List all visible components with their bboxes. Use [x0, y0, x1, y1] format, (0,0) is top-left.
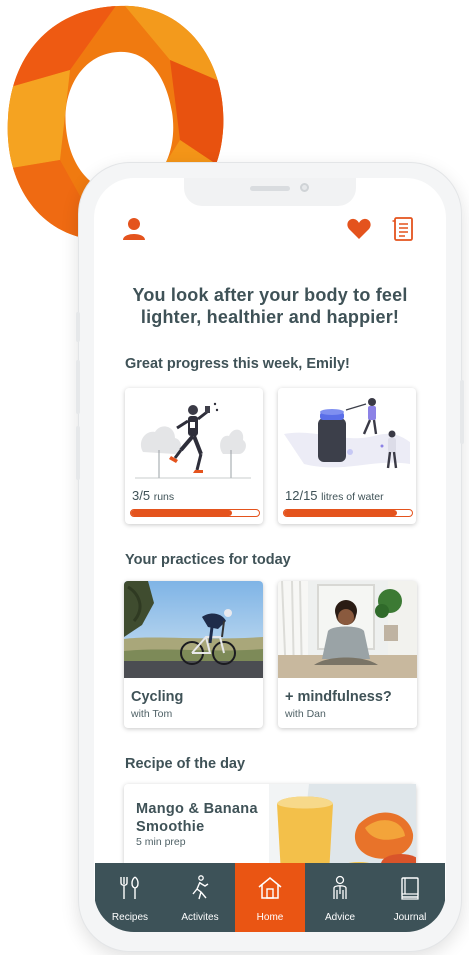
- recipe-prep-time: 5 min prep: [136, 836, 186, 848]
- runs-unit: runs: [153, 491, 175, 503]
- water-count: 12/15: [285, 488, 318, 503]
- nav-item-journal[interactable]: Journal: [375, 863, 445, 932]
- water-progress-fill: [284, 510, 397, 516]
- runs-progress-card[interactable]: 3/5 runs: [125, 388, 263, 524]
- speaker-grille: [250, 186, 290, 191]
- water-stat: 12/15 litres of water: [285, 488, 384, 503]
- mindfulness-photo: [278, 581, 417, 678]
- nav-item-recipes[interactable]: Recipes: [95, 863, 165, 932]
- practice-card-mindfulness[interactable]: + mindfulness? with Dan: [278, 581, 417, 728]
- front-camera: [300, 183, 309, 192]
- nav-item-activities[interactable]: Activites: [165, 863, 235, 932]
- heart-icon[interactable]: [346, 216, 372, 242]
- home-icon: [258, 877, 282, 899]
- practice-title-mindfulness: + mindfulness?: [285, 689, 392, 705]
- user-icon[interactable]: [121, 216, 147, 242]
- nav-label-advice: Advice: [324, 912, 355, 923]
- runs-progress-fill: [131, 510, 233, 516]
- nav-label-activities: Activites: [181, 912, 219, 923]
- phone-side-button: [76, 360, 80, 414]
- document-list-icon[interactable]: [391, 216, 417, 242]
- practices-section-title: Your practices for today: [125, 552, 291, 568]
- nav-item-advice[interactable]: Advice: [305, 863, 375, 932]
- water-cooler-illustration: [284, 398, 410, 469]
- advisor-icon: [333, 875, 347, 899]
- runs-progress-bar: [130, 509, 260, 517]
- practice-instructor-mindfulness: with Dan: [285, 708, 326, 720]
- runs-count: 3/5: [132, 488, 151, 503]
- phone-side-button: [76, 426, 80, 480]
- app-screen: You look after your body to feel lighter…: [94, 178, 446, 932]
- runs-stat: 3/5 runs: [132, 488, 174, 503]
- headline-line-2: lighter, healthier and happier!: [140, 307, 400, 327]
- phone-side-button: [460, 380, 464, 444]
- journal-icon: [401, 877, 419, 900]
- nav-item-home[interactable]: Home: [235, 863, 305, 932]
- headline-line-1: You look after your body to feel: [132, 285, 408, 305]
- running-icon: [192, 875, 209, 900]
- runner-illustration: [135, 402, 251, 479]
- progress-section-title: Great progress this week, Emily!: [125, 356, 350, 372]
- water-progress-card[interactable]: 12/15 litres of water: [278, 388, 416, 524]
- recipe-name: Mango & Banana Smoothie: [136, 801, 258, 835]
- phone-side-button: [76, 312, 80, 342]
- recipe-section-title: Recipe of the day: [125, 756, 246, 772]
- nav-label-journal: Journal: [393, 912, 427, 923]
- nav-label-recipes: Recipes: [111, 912, 149, 923]
- water-unit: litres of water: [321, 491, 384, 503]
- water-progress-bar: [283, 509, 413, 517]
- practice-instructor-cycling: with Tom: [131, 708, 173, 720]
- cutlery-icon: [120, 876, 139, 899]
- bottom-navigation: Recipes Activites Home Advice Journal: [95, 863, 445, 932]
- practice-card-cycling[interactable]: Cycling with Tom: [124, 581, 263, 728]
- practice-title-cycling: Cycling: [131, 689, 184, 705]
- page-headline: You look after your body to feel lighter…: [94, 284, 446, 328]
- phone-notch: [184, 178, 356, 206]
- nav-label-home: Home: [256, 912, 284, 923]
- cycling-photo: [124, 581, 263, 678]
